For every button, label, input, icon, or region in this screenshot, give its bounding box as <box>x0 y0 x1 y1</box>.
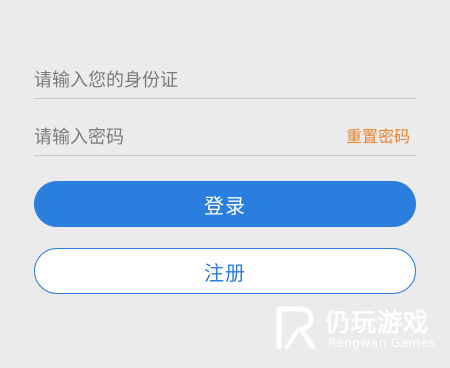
watermark-subtitle: Rengwan Games <box>328 336 436 350</box>
register-button[interactable]: 注册 <box>34 248 416 294</box>
password-field: 重置密码 <box>34 115 416 156</box>
register-button-label: 注册 <box>204 260 246 285</box>
password-input[interactable] <box>34 119 324 155</box>
login-page: 重置密码 登录 注册 仍玩游戏 Rengwan Games <box>0 0 450 368</box>
rengwan-logo-icon <box>276 306 316 350</box>
login-button[interactable]: 登录 <box>34 181 416 227</box>
id-number-input[interactable] <box>34 62 324 98</box>
watermark: 仍玩游戏 Rengwan Games <box>273 303 443 363</box>
watermark-title: 仍玩游戏 <box>325 308 430 337</box>
reset-password-link[interactable]: 重置密码 <box>346 123 410 147</box>
login-button-label: 登录 <box>204 193 246 218</box>
id-number-field <box>34 58 416 99</box>
